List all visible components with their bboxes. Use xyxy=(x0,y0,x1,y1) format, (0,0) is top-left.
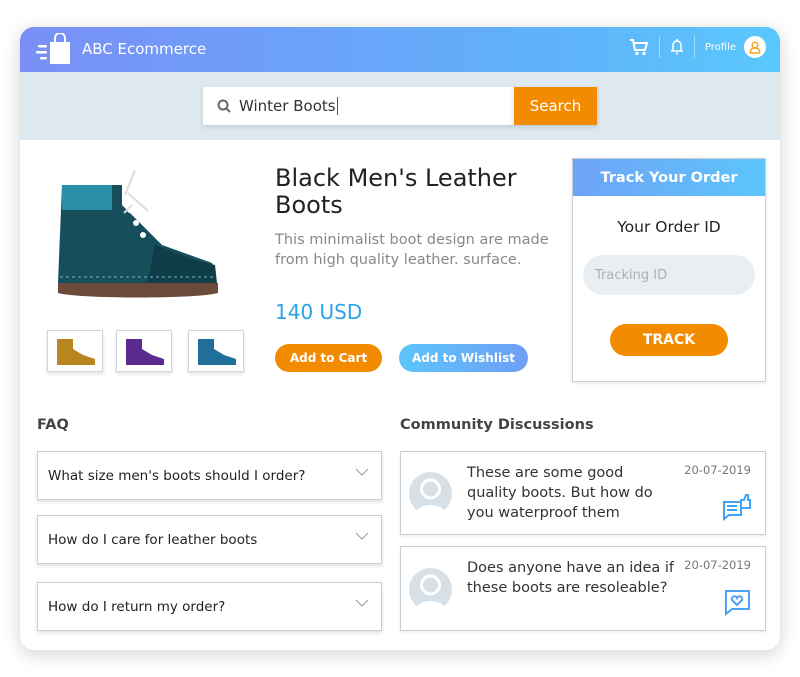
track-title: Track Your Order xyxy=(573,159,765,196)
faq-title: FAQ xyxy=(37,417,69,433)
post-date: 20-07-2019 xyxy=(684,558,751,572)
user-icon xyxy=(749,40,761,54)
post-text: These are some good quality boots. But h… xyxy=(467,465,653,521)
search-icon xyxy=(217,99,231,113)
chevron-down-icon xyxy=(355,599,369,607)
shopping-bag-logo xyxy=(36,33,70,64)
cart-icon[interactable] xyxy=(629,38,649,56)
track-button[interactable]: TRACK xyxy=(610,324,728,356)
thumbnail-purple-boot[interactable] xyxy=(116,330,172,372)
chevron-down-icon xyxy=(355,532,369,540)
post-text: Does anyone have an idea if these boots … xyxy=(467,560,675,596)
post-date: 20-07-2019 xyxy=(684,463,751,477)
faq-item[interactable]: How do I care for leather boots xyxy=(37,515,382,564)
thumbs-up-comment-icon[interactable] xyxy=(721,494,751,522)
faq-question: How do I care for leather boots xyxy=(48,531,258,548)
divider xyxy=(658,36,660,58)
discussion-post[interactable]: These are some good quality boots. But h… xyxy=(400,451,766,535)
product-image-boot xyxy=(58,169,218,298)
user-avatar-icon xyxy=(409,568,452,611)
heart-comment-icon[interactable] xyxy=(723,589,751,617)
product-title: Black Men's Leather Boots xyxy=(275,164,517,219)
order-id-label: Your Order ID xyxy=(617,218,721,236)
boot-thumbnail xyxy=(126,339,164,365)
faq-question: What size men's boots should I order? xyxy=(48,467,306,484)
chevron-down-icon xyxy=(355,468,369,476)
tracking-id-input[interactable]: Tracking ID xyxy=(583,255,755,295)
app-window: ABC Ecommerce Profile Winter Boots Searc… xyxy=(20,27,780,650)
add-to-cart-button[interactable]: Add to Cart xyxy=(275,344,382,372)
bell-icon[interactable] xyxy=(670,38,684,56)
divider xyxy=(693,36,695,58)
search-button[interactable]: Search xyxy=(514,87,597,125)
product-description: This minimalist boot design are made fro… xyxy=(275,232,549,268)
track-order-panel: Track Your Order Your Order ID Tracking … xyxy=(572,158,766,382)
brand-name: ABC Ecommerce xyxy=(82,40,207,58)
thumbnail-blue-boot[interactable] xyxy=(188,330,244,372)
top-header: ABC Ecommerce Profile xyxy=(20,27,780,72)
faq-item[interactable]: What size men's boots should I order? xyxy=(37,451,382,500)
community-title: Community Discussions xyxy=(400,417,594,433)
discussion-post[interactable]: Does anyone have an idea if these boots … xyxy=(400,546,766,631)
add-to-wishlist-button[interactable]: Add to Wishlist xyxy=(399,344,528,372)
faq-question: How do I return my order? xyxy=(48,598,226,615)
search-value: Winter Boots xyxy=(239,97,338,115)
thumbnail-brown-boot[interactable] xyxy=(47,330,103,372)
profile-avatar[interactable] xyxy=(744,36,766,58)
search-bar-area: Winter Boots Search xyxy=(20,72,780,140)
user-avatar-icon xyxy=(409,472,452,515)
faq-item[interactable]: How do I return my order? xyxy=(37,582,382,631)
profile-link[interactable]: Profile xyxy=(705,42,736,53)
search-input[interactable]: Winter Boots xyxy=(203,87,514,125)
boot-thumbnail xyxy=(198,339,236,365)
boot-thumbnail xyxy=(57,339,95,365)
product-price: 140 USD xyxy=(275,300,363,324)
